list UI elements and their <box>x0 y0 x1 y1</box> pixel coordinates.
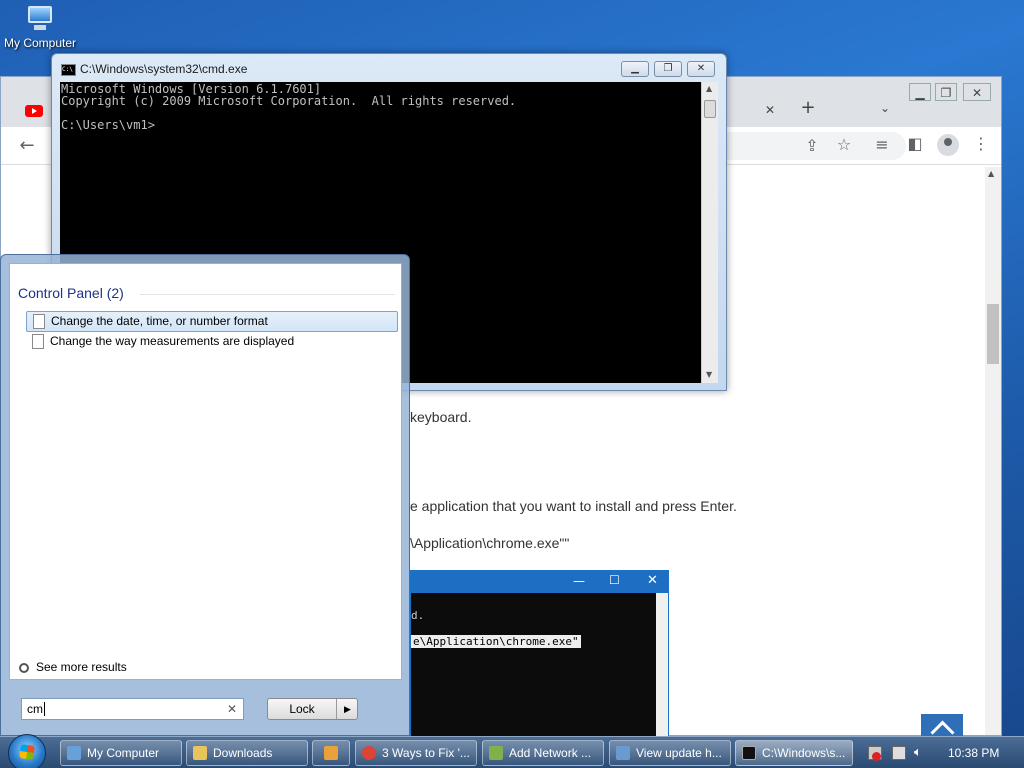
heading-divider <box>140 294 395 295</box>
search-results-panel: Control Panel (2) Change the date, time,… <box>9 263 402 680</box>
back-arrow-icon[interactable]: ← <box>15 135 39 156</box>
page-text-line: \Application\chrome.exe"" <box>410 535 570 551</box>
side-panel-icon[interactable]: ◧ <box>903 134 927 153</box>
power-options-arrow-icon[interactable]: ▶ <box>336 699 358 719</box>
youtube-icon <box>25 105 43 117</box>
console-line: Copyright (c) 2009 Microsoft Corporation… <box>61 94 517 108</box>
taskbar-item-media-player[interactable] <box>312 740 350 766</box>
taskbar-item-chrome[interactable]: 3 Ways to Fix '... <box>355 740 477 766</box>
control-panel-item-icon <box>32 334 44 349</box>
share-icon[interactable]: ⇪ <box>800 136 824 155</box>
maximize-button[interactable]: ❐ <box>654 61 682 77</box>
see-more-results-link[interactable]: See more results <box>36 660 127 674</box>
taskbar-item-cmd[interactable]: C:\Windows\s... <box>735 740 853 766</box>
text-caret <box>44 702 45 716</box>
results-group-heading[interactable]: Control Panel (2) <box>18 285 124 301</box>
error-badge-icon <box>872 752 881 761</box>
cmd-app-icon: C:\ <box>61 64 76 76</box>
article-screenshot-image: — ☐ ✕ d. e\Application\chrome.exe" <box>410 570 669 738</box>
page-text-line: e application that you want to install a… <box>410 498 737 514</box>
screenshot-highlight-text: e\Application\chrome.exe" <box>411 635 581 648</box>
window-title: C:\Windows\system32\cmd.exe <box>80 62 248 76</box>
console-prompt: C:\Users\vm1> <box>61 118 155 132</box>
media-control-icon[interactable]: ≡ <box>870 135 894 154</box>
tab-search-icon[interactable]: ⌄ <box>874 99 896 117</box>
taskbar-item-label: Add Network ... <box>509 746 592 760</box>
taskbar-item-label: C:\Windows\s... <box>762 746 846 760</box>
close-icon: ✕ <box>647 573 658 588</box>
new-tab-button[interactable]: + <box>797 99 819 117</box>
more-menu-icon[interactable]: ⋮ <box>969 134 993 153</box>
scroll-down-arrow-icon[interactable]: ▼ <box>706 370 712 379</box>
taskbar-item-label: 3 Ways to Fix '... <box>382 746 470 760</box>
close-button[interactable]: ✕ <box>687 61 715 77</box>
cmd-icon <box>742 746 756 760</box>
minimize-button[interactable]: ▁ <box>621 61 649 77</box>
chrome-icon <box>362 746 376 760</box>
clear-search-icon[interactable]: ✕ <box>227 699 237 719</box>
clock[interactable]: 10:38 PM <box>948 746 999 760</box>
taskbar-item-label: My Computer <box>87 746 160 760</box>
close-icon[interactable]: ✕ <box>963 83 991 101</box>
page-scrollbar[interactable]: ▲ <box>985 167 1001 735</box>
page-text-line: keyboard. <box>410 409 472 425</box>
taskbar-item-view-update[interactable]: View update h... <box>609 740 731 766</box>
taskbar-item-label: View update h... <box>636 746 722 760</box>
media-player-icon <box>324 746 338 760</box>
screenshot-text: d. <box>411 609 425 622</box>
start-search-input[interactable]: cm ✕ <box>21 698 244 720</box>
scroll-up-arrow-icon[interactable]: ▲ <box>988 169 994 178</box>
scrollbar-thumb[interactable] <box>987 304 999 364</box>
network-tray-icon[interactable] <box>892 746 906 760</box>
search-result-item[interactable]: Change the way measurements are displaye… <box>26 332 398 353</box>
taskbar-item-downloads[interactable]: Downloads <box>186 740 308 766</box>
result-label: Change the way measurements are displaye… <box>50 334 295 348</box>
minimize-icon: — <box>573 574 585 588</box>
profile-avatar[interactable] <box>937 134 959 156</box>
result-label: Change the date, time, or number format <box>51 314 268 328</box>
start-button[interactable] <box>8 734 46 768</box>
windows-update-icon <box>616 746 630 760</box>
folder-icon <box>193 746 207 760</box>
maximize-icon: ☐ <box>609 573 620 587</box>
bookmark-star-icon[interactable]: ☆ <box>832 135 856 154</box>
scrollbar-thumb[interactable] <box>704 100 716 118</box>
search-result-item[interactable]: Change the date, time, or number format <box>26 311 398 332</box>
lock-label: Lock <box>289 702 315 716</box>
taskbar-item-label: Downloads <box>213 746 273 760</box>
taskbar-item-add-network[interactable]: Add Network ... <box>482 740 604 766</box>
magnifier-icon <box>19 663 29 673</box>
restore-icon[interactable]: ❐ <box>935 83 957 101</box>
lock-button[interactable]: Lock ▶ <box>267 698 358 720</box>
taskbar: My Computer Downloads 3 Ways to Fix '...… <box>0 734 1024 768</box>
desktop-icon-label: My Computer <box>3 36 77 50</box>
console-scrollbar[interactable]: ▲ ▼ <box>701 82 718 383</box>
control-panel-item-icon <box>33 314 45 329</box>
taskbar-item-my-computer[interactable]: My Computer <box>60 740 182 766</box>
network-icon <box>489 746 503 760</box>
start-menu: Control Panel (2) Change the date, time,… <box>0 254 410 736</box>
tab-close-icon[interactable]: ✕ <box>759 101 781 119</box>
scroll-up-arrow-icon[interactable]: ▲ <box>706 84 712 93</box>
desktop-icon-my-computer[interactable]: My Computer <box>0 6 80 50</box>
minimize-icon[interactable]: ▁ <box>909 83 931 101</box>
volume-icon[interactable]: 🔈︎ <box>914 746 928 760</box>
screenshot-titlebar: — ☐ ✕ <box>411 571 668 593</box>
search-input-value: cm <box>27 702 43 716</box>
computer-icon <box>67 746 81 760</box>
screenshot-scrollbar <box>656 593 668 737</box>
computer-icon <box>25 6 55 32</box>
